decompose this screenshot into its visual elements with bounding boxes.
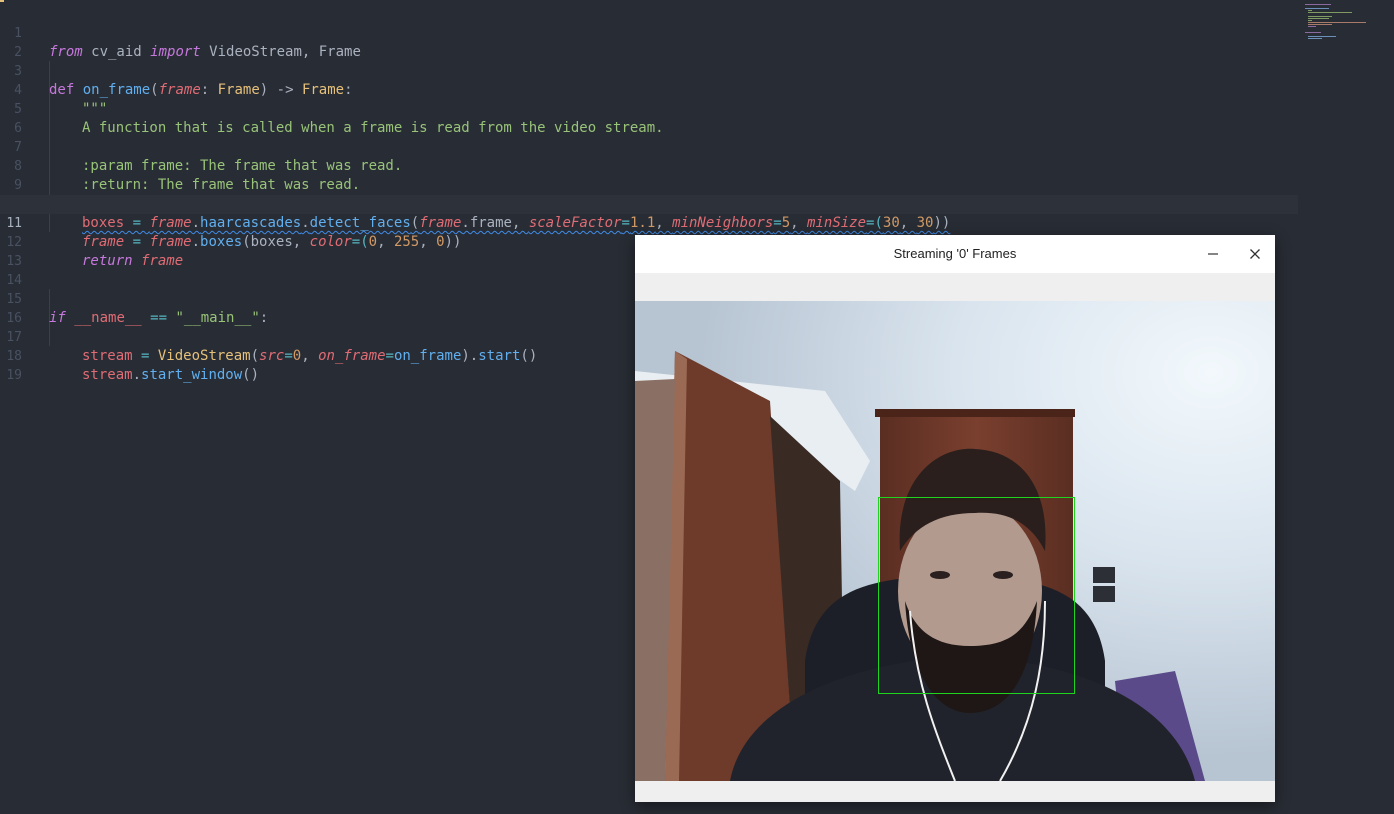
line-number: 19 — [6, 368, 22, 383]
minimap-line — [1305, 8, 1329, 9]
minimap-line — [1308, 18, 1329, 19]
minimap-line — [1308, 10, 1312, 11]
minimap-line — [1308, 12, 1352, 13]
window-titlebar[interactable]: Streaming '0' Frames — [635, 235, 1275, 273]
code-line-4[interactable]: 4 """ — [0, 62, 1298, 117]
face-detection-box — [878, 497, 1075, 694]
code-line-3[interactable]: 3 def on_frame(frame: Frame) -> Frame: — [0, 43, 1298, 98]
code-line-2[interactable]: 2 — [0, 24, 1298, 60]
back-door-frame — [875, 409, 1075, 417]
token: () — [242, 367, 260, 383]
light-switch — [1093, 586, 1115, 602]
minimap-line — [1308, 22, 1366, 23]
minimap-line — [1305, 32, 1321, 33]
token-variable: stream — [82, 367, 133, 383]
code-text: stream.start_window() — [82, 366, 259, 385]
code-line-6[interactable]: 6 — [0, 100, 1298, 136]
code-line-8[interactable]: 8 :return: The frame that was read. — [0, 138, 1298, 193]
minimap-line — [1308, 38, 1322, 39]
minimap-line — [1308, 20, 1312, 21]
window-statusbar — [635, 781, 1275, 802]
code-line-11[interactable]: 11 frame = frame.boxes(boxes, color=(0, … — [0, 195, 1298, 250]
code-line-7[interactable]: 7 :param frame: The frame that was read. — [0, 119, 1298, 174]
code-line-12[interactable]: 12 return frame — [0, 214, 1298, 269]
token: . — [132, 367, 142, 383]
close-button[interactable] — [1242, 241, 1268, 267]
minimap[interactable] — [1298, 0, 1394, 814]
gutter-marker — [0, 0, 4, 2]
window-title: Streaming '0' Frames — [893, 246, 1017, 261]
streaming-window[interactable]: Streaming '0' Frames — [635, 235, 1275, 802]
minimap-line — [1308, 36, 1336, 37]
close-icon — [1250, 249, 1260, 259]
minimap-line — [1308, 26, 1316, 27]
video-frame — [635, 301, 1275, 781]
minimap-line — [1308, 16, 1332, 17]
minimap-line — [1305, 4, 1331, 5]
code-line-9[interactable]: 9 """ — [0, 157, 1298, 212]
code-line-1[interactable]: 1 from cv_aid import VideoStream, Frame — [0, 5, 1298, 60]
code-line-10[interactable]: 10 boxes = frame.haarcascades.detect_fac… — [0, 176, 1298, 231]
token-function: start_window — [141, 367, 243, 383]
minimize-icon — [1208, 253, 1218, 255]
minimize-button[interactable] — [1200, 241, 1226, 267]
window-toolbar — [635, 273, 1275, 301]
code-line-5[interactable]: 5 A function that is called when a frame… — [0, 81, 1298, 136]
minimap-line — [1308, 24, 1332, 25]
light-switch — [1093, 567, 1115, 583]
